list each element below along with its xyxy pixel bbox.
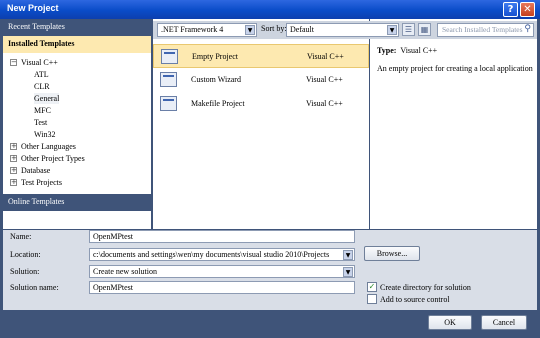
tree-item-label: Test Projects (21, 178, 62, 187)
add-source-control-checkbox[interactable] (367, 294, 377, 304)
recent-templates-header[interactable]: Recent Templates (3, 19, 151, 36)
help-button[interactable]: ? (503, 2, 518, 17)
ok-button[interactable]: OK (428, 315, 472, 330)
location-field[interactable]: c:\documents and settings\wen\my documen… (89, 248, 355, 261)
chevron-down-icon[interactable]: ▼ (343, 250, 353, 260)
tree-item-other-languages[interactable]: + Other Languages (10, 141, 76, 152)
tree-item-label: Visual C++ (21, 58, 58, 67)
expand-icon[interactable]: + (10, 155, 17, 162)
tree-item-other-project-types[interactable]: + Other Project Types (10, 153, 85, 164)
name-label: Name: (10, 232, 32, 241)
cancel-button[interactable]: Cancel (481, 315, 527, 330)
online-templates-header[interactable]: Online Templates (3, 194, 151, 211)
custom-wizard-icon (160, 72, 177, 87)
template-name: Empty Project (192, 52, 238, 61)
tree-item-general[interactable]: General (34, 93, 60, 104)
tree-item-database[interactable]: + Database (10, 165, 50, 176)
tree-item-label: MFC (34, 106, 51, 115)
template-list-panel: Empty Project Visual C++ Custom Wizard V… (153, 19, 369, 229)
solution-label: Solution: (10, 267, 40, 276)
tree-item-test[interactable]: Test (34, 117, 47, 128)
template-language: Visual C++ (306, 75, 343, 84)
sort-label: Sort by: (261, 24, 287, 33)
chevron-down-icon[interactable]: ▼ (387, 25, 397, 35)
sort-value: Default (290, 25, 314, 34)
tree-item-label: Other Project Types (21, 154, 85, 163)
dialog-footer: OK Cancel (0, 311, 540, 338)
type-label: Type: (377, 46, 397, 55)
name-field[interactable]: OpenMPtest (89, 230, 355, 243)
tree-item-atl[interactable]: ATL (34, 69, 49, 80)
create-directory-checkbox[interactable]: ✓ (367, 282, 377, 292)
framework-value: .NET Framework 4 (161, 25, 224, 34)
create-directory-label[interactable]: Create directory for solution (380, 283, 471, 292)
expand-icon[interactable]: + (10, 167, 17, 174)
tree-item-visual-cpp[interactable]: − Visual C++ (10, 57, 58, 68)
type-value: Visual C++ (400, 46, 438, 55)
tree-item-mfc[interactable]: MFC (34, 105, 51, 116)
tree-item-test-projects[interactable]: + Test Projects (10, 177, 62, 188)
template-language: Visual C++ (306, 99, 343, 108)
template-item-custom-wizard[interactable]: Custom Wizard Visual C++ (153, 68, 369, 92)
solution-name-field[interactable]: OpenMPtest (89, 281, 355, 294)
name-value: OpenMPtest (93, 232, 133, 241)
project-form: Name: OpenMPtest Location: c:\documents … (3, 230, 537, 310)
template-name: Custom Wizard (191, 75, 241, 84)
template-language: Visual C++ (307, 52, 344, 61)
template-item-makefile-project[interactable]: Makefile Project Visual C++ (153, 92, 369, 116)
location-value: c:\documents and settings\wen\my documen… (93, 250, 330, 259)
list-view-icon[interactable]: ☰ (402, 23, 415, 36)
template-details-panel: Type: Visual C++ An empty project for cre… (370, 19, 537, 229)
solution-value: Create new solution (93, 267, 157, 276)
template-name: Makefile Project (191, 99, 245, 108)
solution-name-value: OpenMPtest (93, 283, 133, 292)
tree-item-label: ATL (34, 70, 49, 79)
tree-item-win32[interactable]: Win32 (34, 129, 55, 140)
framework-dropdown[interactable]: .NET Framework 4 ▼ (157, 23, 257, 37)
browse-button[interactable]: Browse... (364, 246, 420, 261)
grid-view-icon[interactable]: ▦ (418, 23, 431, 36)
tree-item-label: CLR (34, 82, 50, 91)
search-icon[interactable]: ⚲ (524, 24, 531, 34)
search-input[interactable]: Search Installed Templates ⚲ (437, 23, 534, 37)
chevron-down-icon[interactable]: ▼ (343, 267, 353, 277)
makefile-project-icon (160, 96, 177, 111)
template-description: An empty project for creating a local ap… (377, 64, 533, 73)
tree-item-label: Other Languages (21, 142, 76, 151)
title-bar[interactable]: New Project ? ✕ (0, 0, 540, 19)
solution-name-label: Solution name: (10, 283, 59, 292)
tree-item-label: Test (34, 118, 48, 127)
chevron-down-icon[interactable]: ▼ (245, 25, 255, 35)
tree-item-label: Database (21, 166, 51, 175)
expand-icon[interactable]: + (10, 179, 17, 186)
sort-dropdown[interactable]: Default ▼ (286, 23, 399, 37)
new-project-dialog: New Project ? ✕ Recent Templates Install… (0, 0, 540, 338)
template-categories-panel: Recent Templates Installed Templates − Vi… (3, 19, 151, 229)
collapse-icon[interactable]: − (10, 59, 17, 66)
location-label: Location: (10, 250, 41, 259)
add-source-control-label[interactable]: Add to source control (380, 295, 450, 304)
template-toolbar: .NET Framework 4 ▼ Sort by: Default ▼ ☰ … (153, 21, 537, 39)
window-title: New Project (7, 3, 59, 13)
installed-templates-header[interactable]: Installed Templates (3, 36, 151, 53)
search-placeholder: Search Installed Templates (442, 25, 523, 34)
solution-dropdown[interactable]: Create new solution ▼ (89, 265, 355, 278)
empty-project-icon (161, 49, 178, 64)
close-button[interactable]: ✕ (520, 2, 535, 17)
template-type: Type: Visual C++ (377, 46, 437, 55)
tree-item-label: General (34, 94, 60, 103)
expand-icon[interactable]: + (10, 143, 17, 150)
tree-item-clr[interactable]: CLR (34, 81, 50, 92)
template-item-empty-project[interactable]: Empty Project Visual C++ (153, 44, 369, 68)
tree-item-label: Win32 (34, 130, 56, 139)
